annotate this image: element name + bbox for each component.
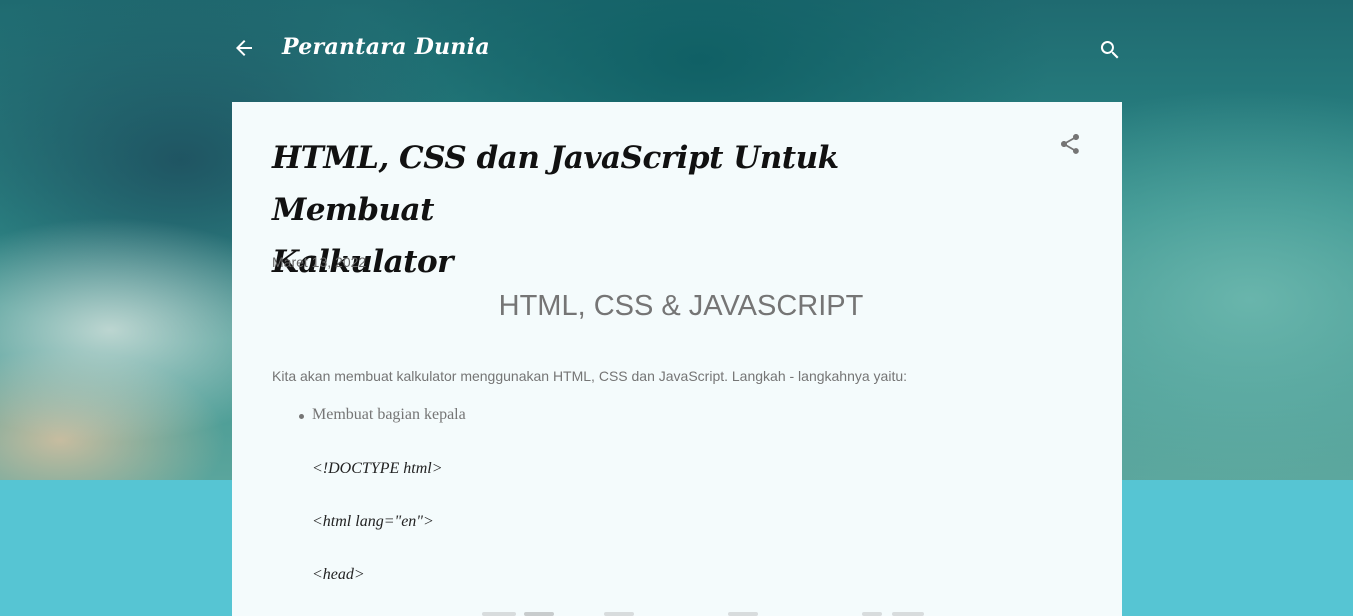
steps-list: Membuat bagian kepala xyxy=(272,406,466,424)
code-line: <!DOCTYPE html> xyxy=(312,460,443,477)
list-item-text: Membuat bagian kepala xyxy=(312,406,466,423)
post-card: HTML, CSS dan JavaScript Untuk Membuat K… xyxy=(232,102,1122,616)
post-title-line-1: HTML, CSS dan JavaScript Untuk Membuat xyxy=(272,140,839,228)
list-item: Membuat bagian kepala xyxy=(272,406,466,424)
arrow-back-icon[interactable] xyxy=(232,36,256,60)
section-heading: HTML, CSS & JAVASCRIPT xyxy=(498,290,864,322)
search-icon[interactable] xyxy=(1098,38,1122,62)
top-bar: Perantara Dunia xyxy=(232,26,1122,72)
code-line: <html lang="en"> xyxy=(312,513,434,530)
code-line: <head> xyxy=(312,566,365,583)
post-date[interactable]: Maret 13, 2022 xyxy=(272,254,366,270)
blog-title[interactable]: Perantara Dunia xyxy=(282,34,490,60)
bullet-icon xyxy=(299,414,304,419)
partial-image-strip xyxy=(232,612,1122,616)
post-title: HTML, CSS dan JavaScript Untuk Membuat K… xyxy=(272,132,992,288)
intro-paragraph: Kita akan membuat kalkulator menggunakan… xyxy=(272,368,908,384)
share-icon[interactable] xyxy=(1058,132,1082,156)
